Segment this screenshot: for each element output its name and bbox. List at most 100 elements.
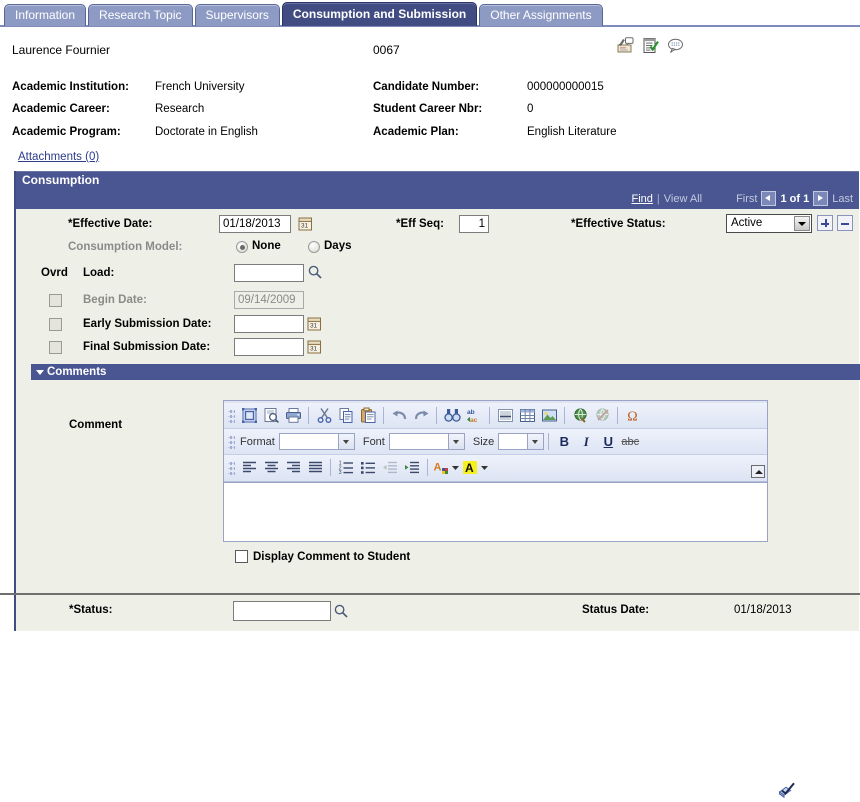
- comment-text[interactable]: [224, 483, 767, 539]
- format-select[interactable]: [279, 433, 355, 450]
- status-lookup-icon[interactable]: [334, 604, 348, 618]
- candidate-number-label: Candidate Number:: [373, 81, 479, 93]
- spellcheck-icon[interactable]: [778, 781, 796, 799]
- horizontal-rule-icon[interactable]: [494, 405, 516, 426]
- consumption-group-title: Consumption: [16, 171, 859, 189]
- tab-supervisors[interactable]: Supervisors: [195, 4, 280, 26]
- previous-row-button[interactable]: [761, 191, 776, 206]
- preview-icon[interactable]: [260, 405, 282, 426]
- ovrd-column-header: Ovrd: [41, 267, 68, 279]
- format-value: [280, 434, 283, 446]
- table-icon[interactable]: [516, 405, 538, 426]
- first-link[interactable]: First: [736, 193, 757, 205]
- redo-icon[interactable]: [410, 405, 432, 426]
- unlink-icon[interactable]: [591, 405, 613, 426]
- calendar-icon[interactable]: 31: [298, 216, 313, 231]
- eff-seq-input[interactable]: [459, 215, 489, 233]
- image-icon[interactable]: [538, 405, 560, 426]
- display-comment-to-student-checkbox[interactable]: [235, 550, 248, 563]
- comment-bubble-icon[interactable]: [667, 37, 684, 54]
- svg-text:ac: ac: [470, 417, 478, 424]
- view-all-link[interactable]: View All: [664, 193, 702, 205]
- size-select[interactable]: [498, 433, 544, 450]
- add-row-button[interactable]: [817, 215, 833, 231]
- underline-icon[interactable]: U: [597, 431, 619, 452]
- print-icon[interactable]: [282, 405, 304, 426]
- consumption-model-none-radio[interactable]: [236, 241, 248, 253]
- background-color-icon[interactable]: A: [461, 457, 479, 478]
- academic-plan-label: Academic Plan:: [373, 126, 459, 138]
- consumption-model-days-radio[interactable]: [308, 241, 320, 253]
- chevron-down-icon[interactable]: [448, 434, 464, 449]
- undo-icon[interactable]: [388, 405, 410, 426]
- final-submission-date-input[interactable]: [234, 338, 304, 356]
- link-icon[interactable]: [569, 405, 591, 426]
- student-career-nbr-value: 0: [527, 103, 533, 115]
- special-character-icon[interactable]: Ω: [622, 405, 644, 426]
- calendar-icon[interactable]: 31: [307, 316, 322, 331]
- align-center-icon[interactable]: [260, 457, 282, 478]
- tab-other-assignments[interactable]: Other Assignments: [479, 4, 602, 26]
- toolbar-grip[interactable]: [228, 460, 235, 476]
- replace-icon[interactable]: abac: [463, 405, 485, 426]
- toolbar-grip[interactable]: [228, 434, 235, 450]
- chevron-down-icon[interactable]: [794, 216, 810, 231]
- italic-icon[interactable]: I: [575, 431, 597, 452]
- outdent-icon[interactable]: [379, 457, 401, 478]
- numbered-list-icon[interactable]: 123: [335, 457, 357, 478]
- bold-icon[interactable]: B: [553, 431, 575, 452]
- attachments-row: Attachments (0): [0, 151, 860, 169]
- find-icon[interactable]: [441, 405, 463, 426]
- notes-icon[interactable]: [617, 37, 634, 54]
- text-color-icon[interactable]: A: [432, 457, 450, 478]
- cut-icon[interactable]: [313, 405, 335, 426]
- checklist-icon[interactable]: [642, 37, 659, 54]
- academic-program-label: Academic Program:: [12, 126, 121, 138]
- toolbar-separator: [427, 459, 428, 476]
- svg-text:31: 31: [301, 223, 309, 230]
- align-right-icon[interactable]: [282, 457, 304, 478]
- delete-row-button[interactable]: [837, 215, 853, 231]
- calendar-icon[interactable]: 31: [307, 339, 322, 354]
- display-comment-to-student-row[interactable]: Display Comment to Student: [235, 550, 410, 563]
- next-row-button[interactable]: [813, 191, 828, 206]
- font-select[interactable]: [389, 433, 465, 450]
- header-icon-group: [617, 37, 684, 54]
- bulleted-list-icon[interactable]: [357, 457, 379, 478]
- consumption-model-none-label: None: [252, 240, 281, 252]
- size-value: [499, 434, 502, 446]
- load-lookup-icon[interactable]: [308, 265, 322, 279]
- tab-research-topic[interactable]: Research Topic: [88, 4, 193, 26]
- copy-icon[interactable]: [335, 405, 357, 426]
- paste-icon[interactable]: [357, 405, 379, 426]
- load-input[interactable]: [234, 264, 304, 282]
- comments-section-header[interactable]: Comments: [31, 364, 860, 380]
- status-input[interactable]: [233, 601, 331, 621]
- chevron-down-icon[interactable]: [527, 434, 543, 449]
- tab-information[interactable]: Information: [4, 4, 86, 26]
- strikethrough-icon[interactable]: abc: [619, 431, 641, 452]
- text-color-dropdown[interactable]: [450, 457, 461, 478]
- begin-date-override-checkbox[interactable]: [49, 294, 62, 307]
- effective-status-select[interactable]: Active: [726, 214, 812, 233]
- indent-icon[interactable]: [401, 457, 423, 478]
- attachments-link[interactable]: Attachments (0): [18, 151, 99, 163]
- early-submission-date-input[interactable]: [234, 315, 304, 333]
- final-submission-date-override-checkbox[interactable]: [49, 341, 62, 354]
- toolbar-separator: [383, 407, 384, 424]
- maximize-icon[interactable]: [238, 405, 260, 426]
- find-link[interactable]: Find: [631, 193, 652, 205]
- justify-icon[interactable]: [304, 457, 326, 478]
- toolbar-separator: [548, 433, 549, 450]
- toolbar-grip[interactable]: [228, 408, 235, 424]
- consumption-nav-bar: Find | View All First 1 of 1 Last: [16, 189, 859, 209]
- comment-editor-body[interactable]: [224, 482, 767, 541]
- effective-date-input[interactable]: [219, 215, 291, 233]
- chevron-down-icon[interactable]: [338, 434, 354, 449]
- align-left-icon[interactable]: [238, 457, 260, 478]
- background-color-dropdown[interactable]: [479, 457, 490, 478]
- last-link[interactable]: Last: [832, 193, 853, 205]
- toolbar-collapse-button[interactable]: [751, 465, 765, 478]
- early-submission-date-override-checkbox[interactable]: [49, 318, 62, 331]
- tab-consumption-and-submission[interactable]: Consumption and Submission: [282, 2, 477, 26]
